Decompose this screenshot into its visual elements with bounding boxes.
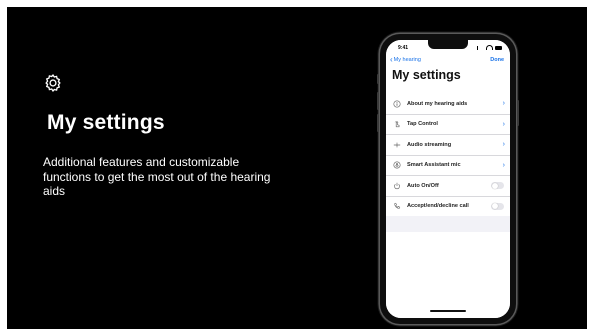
list-item-audio-streaming[interactable]: Audio streaming ›	[386, 135, 510, 156]
back-button[interactable]: ‹ My hearing	[390, 55, 421, 64]
tap-hand-icon	[392, 120, 401, 129]
nav-bar: ‹ My hearing Done My settings	[386, 54, 510, 94]
list-item-smart-assistant-mic[interactable]: Smart Assistant mic ›	[386, 156, 510, 176]
list-item-label: Audio streaming	[407, 141, 452, 148]
list-item-label: Accept/end/decline call	[407, 203, 469, 210]
phone-screen: 9:41 ‹ My hearing Done My settings About…	[386, 40, 510, 318]
status-time: 9:41	[398, 45, 409, 51]
chevron-right-icon: ›	[502, 161, 505, 169]
info-icon	[392, 99, 401, 108]
list-item-tap-control[interactable]: Tap Control ›	[386, 115, 510, 135]
status-icons	[477, 45, 502, 50]
page-title: My settings	[392, 68, 461, 82]
chevron-left-icon: ‹	[390, 55, 393, 64]
chevron-right-icon: ›	[502, 120, 505, 128]
list-item-label: Auto On/Off	[407, 182, 439, 189]
slide-description: Additional features and customizable fun…	[43, 155, 271, 198]
settings-list: About my hearing aids › Tap Control › Au…	[386, 94, 510, 216]
auto-on-off-toggle[interactable]	[491, 182, 504, 190]
phone-power-button	[517, 100, 519, 126]
power-icon	[392, 181, 401, 190]
phone-volume-down	[377, 114, 379, 132]
list-item-label: Tap Control	[407, 121, 438, 128]
status-bar: 9:41	[386, 40, 510, 54]
chevron-right-icon: ›	[502, 100, 505, 108]
signal-icon	[477, 45, 484, 50]
mic-icon	[392, 161, 401, 170]
accept-end-decline-call-toggle[interactable]	[491, 202, 504, 210]
battery-icon	[495, 45, 502, 50]
phone-call-icon	[392, 202, 401, 211]
list-item-about-hearing-aids[interactable]: About my hearing aids ›	[386, 94, 510, 115]
phone-side-button	[377, 74, 379, 84]
slide-title: My settings	[47, 111, 165, 134]
phone-volume-up	[377, 92, 379, 110]
list-item-accept-end-decline-call: Accept/end/decline call	[386, 197, 510, 217]
list-item-label: Smart Assistant mic	[407, 162, 461, 169]
list-item-label: About my hearing aids	[407, 100, 468, 107]
gear-icon	[43, 73, 63, 93]
phone-notch	[428, 40, 468, 49]
home-indicator[interactable]	[430, 310, 466, 312]
streaming-icon	[392, 140, 401, 149]
back-button-label: My hearing	[393, 57, 421, 63]
screen-empty-area	[386, 232, 510, 318]
chevron-right-icon: ›	[502, 141, 505, 149]
slide: My settings Additional features and cust…	[7, 7, 587, 329]
wifi-icon	[486, 45, 493, 50]
list-item-auto-on-off: Auto On/Off	[386, 176, 510, 197]
done-button[interactable]: Done	[490, 57, 504, 63]
phone-mockup: 9:41 ‹ My hearing Done My settings About…	[377, 34, 519, 324]
